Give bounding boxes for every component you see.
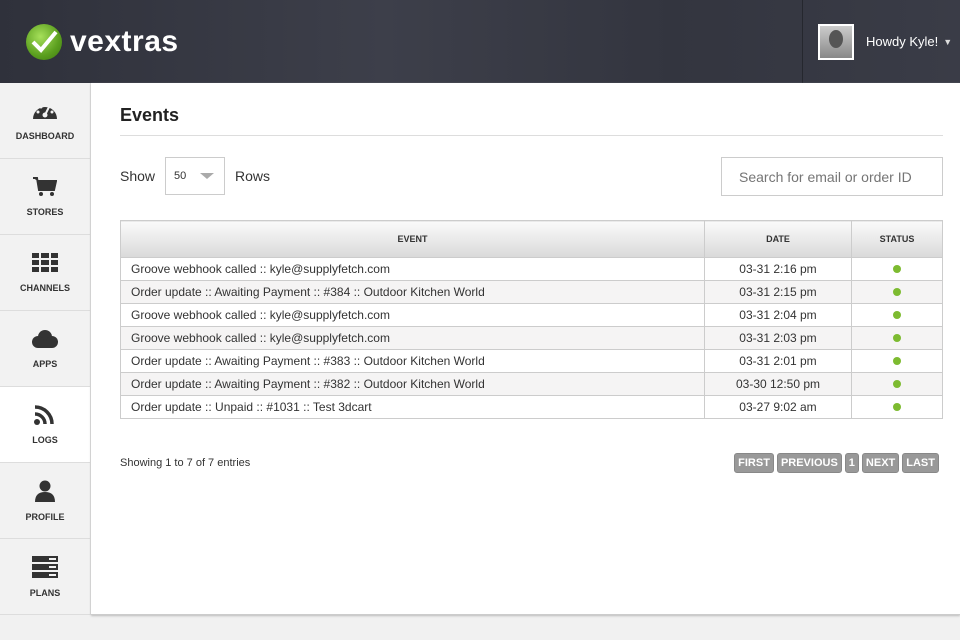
date-cell: 03-31 2:15 pm xyxy=(704,280,852,304)
status-cell xyxy=(851,349,943,373)
event-cell: Order update :: Awaiting Payment :: #384… xyxy=(120,280,705,304)
date-cell: 03-30 12:50 pm xyxy=(704,372,852,396)
user-menu[interactable]: Howdy Kyle! ▼ xyxy=(802,0,960,83)
show-label: Show xyxy=(120,168,156,184)
sidebar-item-label: PROFILE xyxy=(25,511,65,522)
table-row[interactable]: Order update :: Awaiting Payment :: #382… xyxy=(120,372,943,396)
status-ok-icon xyxy=(893,334,901,342)
event-cell: Groove webhook called :: kyle@supplyfetc… xyxy=(120,303,705,327)
status-cell xyxy=(851,303,943,327)
date-cell: 03-31 2:16 pm xyxy=(704,257,852,281)
rows-selector: Show 50 Rows xyxy=(120,157,270,195)
rss-icon xyxy=(34,404,56,430)
sidebar-item-apps[interactable]: APPS xyxy=(0,311,90,387)
cart-icon xyxy=(33,176,58,202)
event-cell: Order update :: Awaiting Payment :: #383… xyxy=(120,349,705,373)
pager-last-button[interactable]: LAST xyxy=(902,453,939,473)
table-row[interactable]: Groove webhook called :: kyle@supplyfetc… xyxy=(120,303,943,327)
main-content: Events Show 50 Rows EVENT DATE STATUS Gr… xyxy=(91,83,960,615)
events-table: EVENT DATE STATUS Groove webhook called … xyxy=(120,220,943,419)
event-cell: Order update :: Unpaid :: #1031 :: Test … xyxy=(120,395,705,419)
event-cell: Groove webhook called :: kyle@supplyfetc… xyxy=(120,257,705,281)
sidebar-item-label: APPS xyxy=(32,358,58,369)
date-cell: 03-31 2:01 pm xyxy=(704,349,852,373)
col-date[interactable]: DATE xyxy=(704,220,852,258)
status-ok-icon xyxy=(893,311,901,319)
avatar xyxy=(818,23,854,60)
rows-value: 50 xyxy=(174,170,187,182)
status-ok-icon xyxy=(893,265,901,273)
pagination: FIRST PREVIOUS 1 NEXT LAST xyxy=(734,453,939,473)
table-row[interactable]: Order update :: Awaiting Payment :: #383… xyxy=(120,349,943,373)
sidebar-item-profile[interactable]: PROFILE xyxy=(0,463,90,539)
status-cell xyxy=(851,372,943,396)
event-cell: Order update :: Awaiting Payment :: #382… xyxy=(120,372,705,396)
divider xyxy=(120,135,943,136)
pager-1-button[interactable]: 1 xyxy=(844,453,859,473)
sidebar-item-logs[interactable]: LOGS xyxy=(0,387,90,463)
pager-first-button[interactable]: FIRST xyxy=(734,453,774,473)
entries-info: Showing 1 to 7 of 7 entries xyxy=(120,457,251,469)
status-cell xyxy=(851,326,943,350)
top-bar: vextras Howdy Kyle! ▼ xyxy=(0,0,960,83)
greeting: Howdy Kyle! xyxy=(866,34,939,49)
sidebar-item-label: DASHBOARD xyxy=(15,130,75,141)
pager-next-button[interactable]: NEXT xyxy=(861,453,900,473)
page-title: Events xyxy=(120,105,180,125)
rows-label: Rows xyxy=(235,168,271,184)
status-ok-icon xyxy=(893,357,901,365)
sidebar-item-label: LOGS xyxy=(32,434,58,445)
sidebar-item-stores[interactable]: STORES xyxy=(0,159,90,235)
server-icon xyxy=(32,555,58,583)
brand-name: vextras xyxy=(70,25,179,58)
sidebar-item-label: PLANS xyxy=(29,587,61,598)
sidebar: DASHBOARD STORES CHANNELS APPS LOGS PROFILE PL… xyxy=(0,83,91,615)
col-event[interactable]: EVENT xyxy=(120,220,705,258)
status-cell xyxy=(851,257,943,281)
col-status[interactable]: STATUS xyxy=(851,220,943,258)
rows-select[interactable]: 50 xyxy=(165,157,226,195)
sidebar-item-plans[interactable]: PLANS xyxy=(0,539,90,615)
status-cell xyxy=(851,395,943,419)
sidebar-item-dashboard[interactable]: DASHBOARD xyxy=(0,83,90,159)
status-ok-icon xyxy=(893,288,901,296)
caret-down-icon: ▼ xyxy=(943,36,953,47)
chevron-down-icon xyxy=(200,173,215,179)
event-cell: Groove webhook called :: kyle@supplyfetc… xyxy=(120,326,705,350)
date-cell: 03-31 2:03 pm xyxy=(704,326,852,350)
status-cell xyxy=(851,280,943,304)
sidebar-item-channels[interactable]: CHANNELS xyxy=(0,235,90,311)
dashboard-icon xyxy=(32,101,58,126)
search-input[interactable] xyxy=(721,157,943,196)
table-row[interactable]: Order update :: Awaiting Payment :: #384… xyxy=(120,280,943,304)
cloud-icon xyxy=(31,329,59,354)
sidebar-item-label: CHANNELS xyxy=(19,282,70,293)
table-row[interactable]: Groove webhook called :: kyle@supplyfetc… xyxy=(120,326,943,350)
table-row[interactable]: Order update :: Unpaid :: #1031 :: Test … xyxy=(120,395,943,419)
logo-check-icon xyxy=(26,24,62,60)
date-cell: 03-31 2:04 pm xyxy=(704,303,852,327)
status-ok-icon xyxy=(893,380,901,388)
user-icon xyxy=(34,480,56,507)
sidebar-item-label: STORES xyxy=(26,206,64,217)
date-cell: 03-27 9:02 am xyxy=(704,395,852,419)
grid-icon xyxy=(32,252,58,278)
table-row[interactable]: Groove webhook called :: kyle@supplyfetc… xyxy=(120,257,943,281)
status-ok-icon xyxy=(893,403,901,411)
pager-previous-button[interactable]: PREVIOUS xyxy=(776,453,842,473)
logo[interactable]: vextras xyxy=(26,24,179,60)
